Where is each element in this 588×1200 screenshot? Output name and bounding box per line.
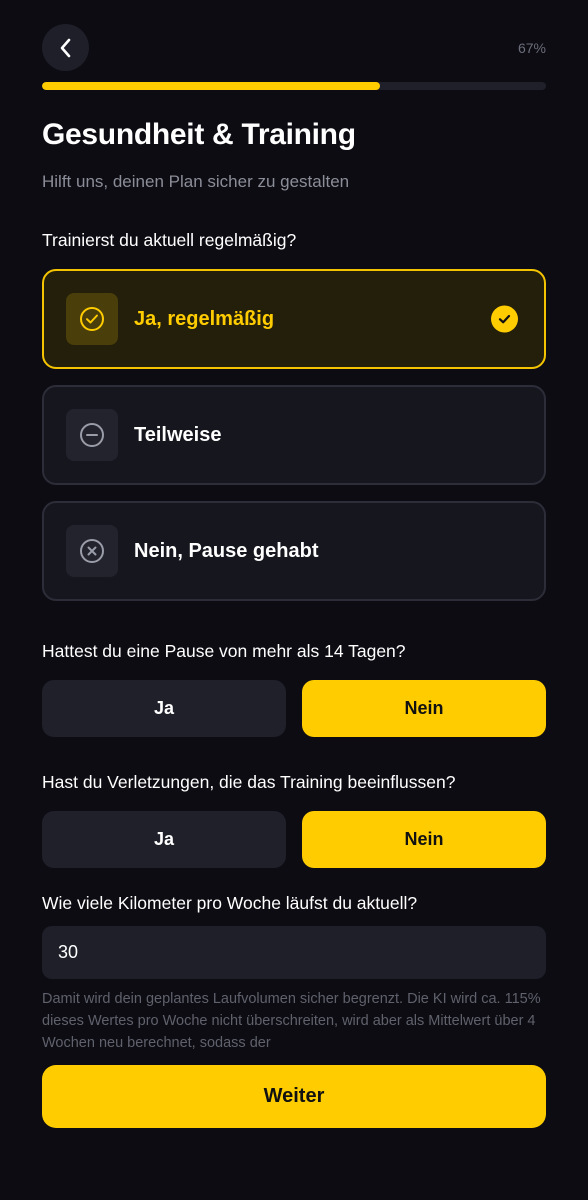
page-title: Gesundheit & Training <box>42 118 356 151</box>
pause-yes-button[interactable]: Ja <box>42 680 286 737</box>
selected-check-icon <box>491 305 518 333</box>
option-icon-box <box>66 525 118 577</box>
pause-no-button[interactable]: Nein <box>302 680 546 737</box>
check-circle-icon <box>80 307 104 331</box>
km-per-week-input[interactable] <box>42 926 546 979</box>
option-ja-regelmaessig[interactable]: Ja, regelmäßig <box>42 269 546 369</box>
injury-question-label: Hast du Verletzungen, die das Training b… <box>42 772 456 792</box>
option-icon-box <box>66 409 118 461</box>
pause-question-label: Hattest du eine Pause von mehr als 14 Ta… <box>42 641 406 661</box>
injury-yes-button[interactable]: Ja <box>42 811 286 868</box>
page-subtitle: Hilft uns, deinen Plan sicher zu gestalt… <box>42 172 350 191</box>
continue-button[interactable]: Weiter <box>42 1065 546 1128</box>
chevron-left-icon <box>60 38 70 57</box>
x-circle-icon <box>80 539 104 563</box>
option-label: Nein, Pause gehabt <box>134 539 319 562</box>
option-icon-box <box>66 293 118 345</box>
back-button[interactable] <box>42 24 89 71</box>
option-nein-pause[interactable]: Nein, Pause gehabt <box>42 501 546 601</box>
km-helper-text: Damit wird dein geplantes Laufvolumen si… <box>42 991 541 1051</box>
minus-circle-icon <box>80 423 104 447</box>
option-teilweise[interactable]: Teilweise <box>42 385 546 485</box>
option-label: Ja, regelmäßig <box>134 307 275 330</box>
progress-bar-fill <box>42 82 380 90</box>
km-question-label: Wie viele Kilometer pro Woche läufst du … <box>42 893 418 913</box>
progress-bar <box>42 82 546 90</box>
option-label: Teilweise <box>134 423 222 446</box>
screen: 67% Gesundheit & Training Hilft uns, dei… <box>0 0 588 1200</box>
injury-no-button[interactable]: Nein <box>302 811 546 868</box>
progress-percentage: 67% <box>517 40 546 56</box>
training-question-label: Trainierst du aktuell regelmäßig? <box>42 230 297 250</box>
